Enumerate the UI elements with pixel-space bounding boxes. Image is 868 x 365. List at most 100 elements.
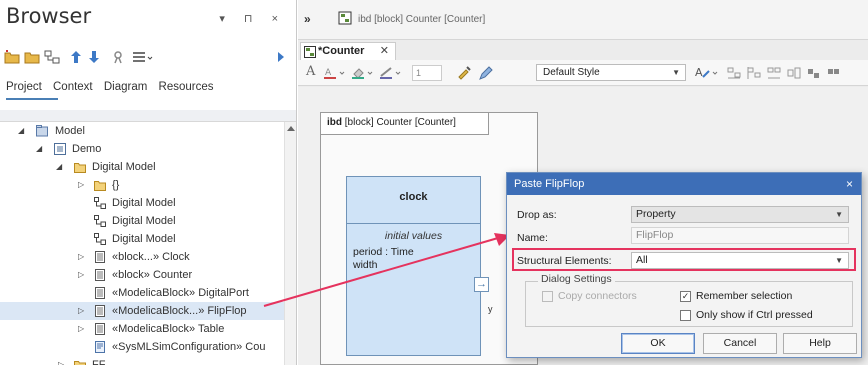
diagram-icon xyxy=(94,197,106,209)
tree-item[interactable]: ◢ Digital Model xyxy=(0,158,284,176)
ok-button[interactable]: OK xyxy=(621,333,695,354)
font-color-icon[interactable]: A xyxy=(324,66,350,80)
tree-item[interactable]: Digital Model xyxy=(0,194,284,212)
dialog-titlebar[interactable]: Paste FlipFlop × xyxy=(507,173,861,195)
svg-text:A: A xyxy=(325,68,332,78)
fill-color-icon[interactable] xyxy=(352,66,378,80)
model-package-icon xyxy=(36,125,48,137)
remember-selection-label: Remember selection xyxy=(696,290,793,302)
property-period: period : Time xyxy=(353,246,414,258)
compartment-divider xyxy=(347,223,480,224)
line-width-input[interactable]: 1 xyxy=(412,65,442,81)
structural-elements-select[interactable]: All ▼ xyxy=(631,252,849,269)
move-down-icon[interactable] xyxy=(88,50,100,64)
close-tab-icon[interactable]: ✕ xyxy=(380,43,389,60)
menu-icon[interactable] xyxy=(132,50,154,64)
tab-context[interactable]: Context xyxy=(53,81,93,93)
copy-connectors-label: Copy connectors xyxy=(558,290,637,302)
tree-item[interactable]: ▷ «ModelicaBlock» Table xyxy=(0,320,284,338)
font-icon[interactable]: A xyxy=(306,64,315,79)
tree-item-selected[interactable]: ▷ «ModelicaBlock...» FlipFlop xyxy=(0,302,284,320)
expand-toggle-icon[interactable]: ◢ xyxy=(36,140,42,158)
remember-selection-checkbox[interactable]: ✓ xyxy=(680,291,691,302)
tree-item-label: «block...» Clock xyxy=(112,251,190,263)
tree-item[interactable]: «SysMLSimConfiguration» Cou xyxy=(0,338,284,356)
block-icon xyxy=(95,251,105,263)
apply-style-icon[interactable]: A xyxy=(694,65,720,81)
expand-toggle-icon[interactable]: ▷ xyxy=(78,266,84,284)
tree-item[interactable]: ▷ FF xyxy=(0,356,284,365)
dialog-close-icon[interactable]: × xyxy=(846,173,853,195)
help-button-label: Help xyxy=(809,337,831,349)
copy-connectors-checkbox[interactable] xyxy=(542,291,553,302)
structural-elements-value: All xyxy=(636,254,648,266)
block-icon xyxy=(95,305,105,317)
expand-toggle-icon[interactable]: ◢ xyxy=(56,158,62,176)
port-label: y xyxy=(488,304,493,314)
active-tab-indicator xyxy=(6,98,58,100)
project-tree: ◢ Model ◢ Demo ◢ Digital Model ▷ {} Digi… xyxy=(0,122,284,365)
browser-window-controls[interactable]: ▾ ⊓ × xyxy=(219,12,286,25)
tree-item[interactable]: Digital Model xyxy=(0,230,284,248)
tree-item-label: Digital Model xyxy=(112,215,176,227)
chevron-down-icon: ▼ xyxy=(672,68,680,77)
output-port[interactable]: → xyxy=(474,277,489,292)
drop-as-select[interactable]: Property ▼ xyxy=(631,206,849,223)
drop-as-label: Drop as: xyxy=(517,209,557,221)
tree-item[interactable]: ▷ {} xyxy=(0,176,284,194)
expand-toggle-icon[interactable]: ▷ xyxy=(78,248,84,266)
line-color-icon[interactable] xyxy=(380,66,406,80)
tab-diagram[interactable]: Diagram xyxy=(104,81,147,93)
new-package-icon[interactable] xyxy=(4,50,20,64)
tree-item-label: Model xyxy=(55,125,85,137)
tree-item[interactable]: ▷ «block...» Clock xyxy=(0,248,284,266)
expand-toggle-icon[interactable]: ▷ xyxy=(78,302,84,320)
block-icon xyxy=(95,323,105,335)
tab-project[interactable]: Project xyxy=(6,81,42,93)
format-painter-icon[interactable] xyxy=(456,65,472,81)
dialog-settings-title: Dialog Settings xyxy=(538,273,615,285)
expand-toggle-icon[interactable]: ▷ xyxy=(58,356,64,365)
package-icon xyxy=(54,143,66,155)
help-button[interactable]: Help xyxy=(783,333,857,354)
tree-item[interactable]: Digital Model xyxy=(0,212,284,230)
expand-toggle-icon[interactable]: ▷ xyxy=(78,176,84,194)
paste-dialog: Paste FlipFlop × Drop as: Property ▼ Nam… xyxy=(506,172,862,358)
part-properties: period : Time width xyxy=(353,246,414,272)
initial-values-heading: initial values xyxy=(384,230,443,242)
expand-toggle-icon[interactable]: ▷ xyxy=(78,320,84,338)
tree-item-label: Demo xyxy=(72,143,102,155)
style-select[interactable]: Default Style ▼ xyxy=(536,64,686,81)
tab-resources[interactable]: Resources xyxy=(159,81,214,93)
expand-toggle-icon[interactable]: ◢ xyxy=(18,122,24,140)
tree-item-label: Digital Model xyxy=(112,197,176,209)
tree-item-label: «ModelicaBlock» Table xyxy=(112,323,225,335)
tree-header-strip xyxy=(0,110,296,122)
find-icon[interactable] xyxy=(112,50,126,64)
tree-item[interactable]: ◢ Demo xyxy=(0,140,284,158)
tree-item[interactable]: «ModelicaBlock» DigitalPort xyxy=(0,284,284,302)
diagram-path-title: ibd [block] Counter [Counter] xyxy=(358,14,486,25)
only-ctrl-label: Only show if Ctrl pressed xyxy=(696,309,813,321)
diagram-icon xyxy=(94,215,106,227)
move-up-icon[interactable] xyxy=(70,50,82,64)
browser-panel: Browser ▾ ⊓ × Project Context Diagram Re… xyxy=(0,0,297,365)
alignment-tools-icon[interactable] xyxy=(726,65,866,81)
pencil-icon[interactable] xyxy=(478,65,494,81)
tree-scrollbar[interactable] xyxy=(284,122,296,365)
browser-title: Browser xyxy=(6,4,92,28)
only-ctrl-checkbox[interactable] xyxy=(680,310,691,321)
tree-item[interactable]: ▷ «block» Counter xyxy=(0,266,284,284)
name-value: FlipFlop xyxy=(636,229,674,241)
new-folder-icon[interactable] xyxy=(24,50,40,64)
tab-counter[interactable]: *Counter ✕ xyxy=(300,42,396,60)
browser-tab-strip: Project Context Diagram Resources xyxy=(6,81,221,93)
scroll-up-icon[interactable] xyxy=(287,126,295,131)
tree-item[interactable]: ◢ Model xyxy=(0,122,284,140)
new-diagram-icon[interactable] xyxy=(44,50,60,64)
clock-part[interactable]: clock initial values period : Time width xyxy=(346,176,481,356)
tree-item-label: «ModelicaBlock...» FlipFlop xyxy=(112,305,247,317)
collapse-chevron-icon[interactable]: » xyxy=(304,12,311,26)
cancel-button[interactable]: Cancel xyxy=(703,333,777,354)
expand-arrow-icon[interactable] xyxy=(276,50,286,64)
